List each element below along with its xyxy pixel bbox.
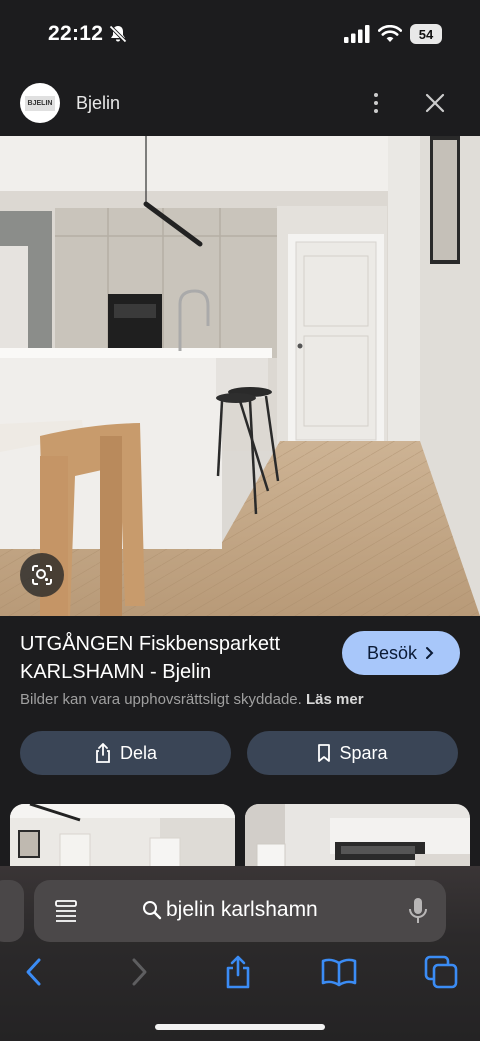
- chevron-right-icon: [426, 647, 434, 659]
- status-time: 22:12: [48, 22, 104, 45]
- result-header: BJELIN Bjelin: [0, 70, 480, 136]
- previous-tab-preview[interactable]: [0, 880, 24, 942]
- share-button-label: Dela: [119, 742, 158, 763]
- learn-more-link[interactable]: Läs mer: [306, 691, 364, 708]
- address-bar-query[interactable]: bjelin karlshamn: [142, 898, 318, 922]
- lens-icon: [32, 565, 52, 585]
- home-indicator[interactable]: [155, 1024, 325, 1030]
- battery-icon: 54: [410, 24, 442, 44]
- copyright-text: Bilder kan vara upphovsrättsligt skyddad…: [20, 691, 302, 708]
- forward-button[interactable]: [121, 954, 157, 990]
- status-bar: 22:12 54: [0, 0, 480, 70]
- bookmark-icon: [318, 744, 331, 762]
- result-image[interactable]: [0, 136, 480, 616]
- wifi-icon: [378, 25, 402, 42]
- copyright-notice: Bilder kan vara upphovsrättsligt skyddad…: [20, 691, 364, 708]
- share-page-icon: [226, 955, 250, 989]
- site-logo[interactable]: BJELIN: [20, 83, 60, 123]
- signal-icon: [344, 25, 370, 43]
- save-button-label: Spara: [339, 742, 388, 763]
- bookmarks-button[interactable]: [321, 954, 357, 990]
- status-indicators: 54: [344, 24, 442, 44]
- browser-toolbar: bjelin karlshamn: [0, 866, 480, 1041]
- site-logo-text: BJELIN: [24, 95, 56, 111]
- bookmarks-icon: [321, 958, 357, 987]
- visit-button[interactable]: Besök: [342, 631, 460, 675]
- microphone-icon[interactable]: [408, 897, 428, 925]
- save-button[interactable]: Spara: [247, 731, 458, 775]
- forward-icon: [132, 958, 147, 986]
- close-icon[interactable]: [424, 92, 446, 114]
- visit-button-label: Besök: [366, 642, 418, 663]
- kitchen-photo: [0, 136, 480, 616]
- share-button[interactable]: Dela: [20, 731, 231, 775]
- site-name[interactable]: Bjelin: [76, 93, 120, 114]
- reader-icon[interactable]: [54, 899, 78, 923]
- address-bar[interactable]: bjelin karlshamn: [34, 880, 446, 942]
- search-query-text: bjelin karlshamn: [166, 898, 318, 921]
- kebab-menu-icon[interactable]: [366, 90, 386, 116]
- result-title[interactable]: UTGÅNGEN Fiskbensparkett KARLSHAMN - Bje…: [20, 630, 340, 686]
- share-icon: [96, 743, 110, 763]
- share-page-button[interactable]: [220, 954, 256, 990]
- lens-search-button[interactable]: [20, 553, 64, 597]
- bell-off-icon: [108, 24, 128, 44]
- tabs-button[interactable]: [423, 954, 459, 990]
- search-icon: [143, 901, 162, 920]
- back-button[interactable]: [16, 954, 52, 990]
- back-icon: [26, 958, 41, 986]
- tabs-icon: [424, 955, 458, 989]
